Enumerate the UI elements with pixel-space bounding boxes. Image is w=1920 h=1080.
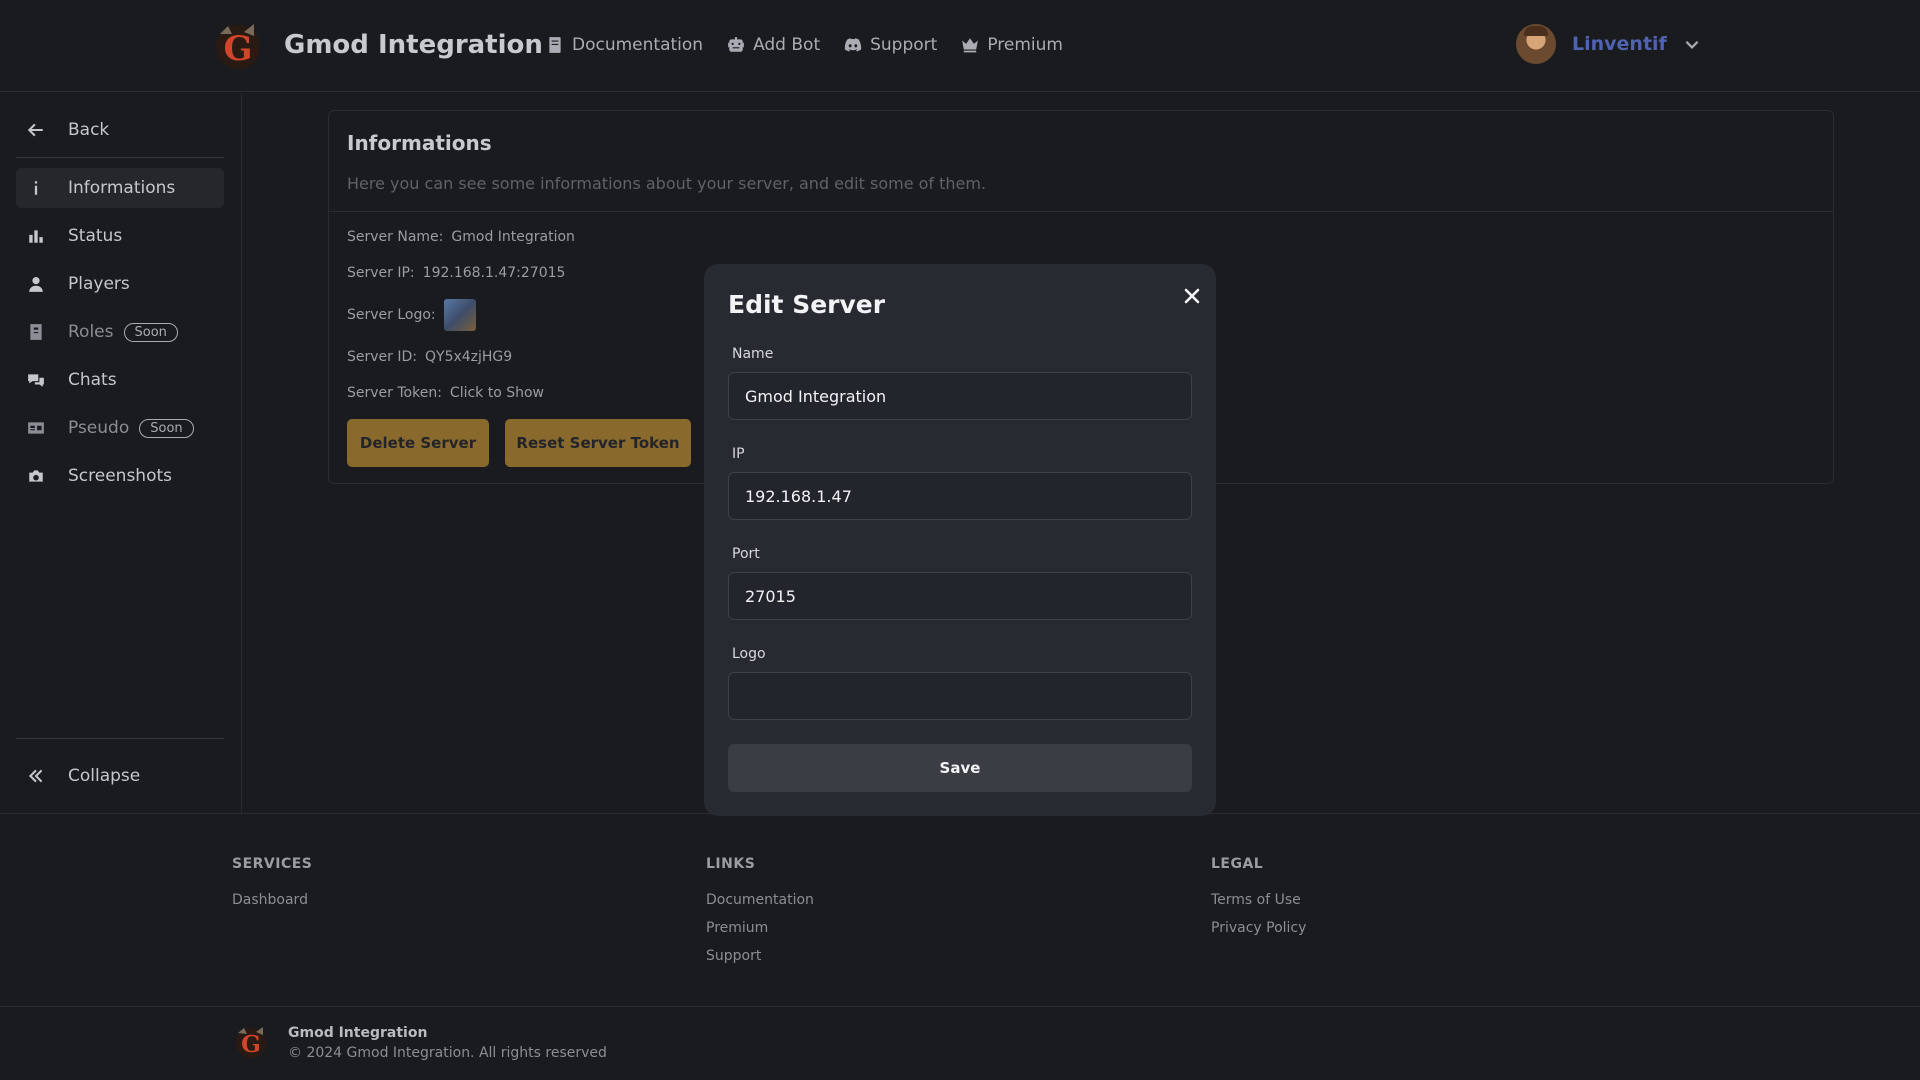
modal-overlay[interactable]: Edit Server Name IP Port Logo Save: [0, 0, 1920, 1080]
port-label: Port: [732, 546, 760, 562]
modal-title: Edit Server: [728, 290, 886, 319]
logo-label: Logo: [732, 646, 766, 662]
name-input[interactable]: [728, 372, 1192, 420]
close-icon[interactable]: [1180, 284, 1204, 308]
logo-input[interactable]: [728, 672, 1192, 720]
ip-label: IP: [732, 446, 745, 462]
name-label: Name: [732, 346, 774, 362]
save-button[interactable]: Save: [728, 744, 1192, 792]
edit-server-modal: Edit Server Name IP Port Logo Save: [704, 264, 1216, 816]
port-input[interactable]: [728, 572, 1192, 620]
ip-input[interactable]: [728, 472, 1192, 520]
